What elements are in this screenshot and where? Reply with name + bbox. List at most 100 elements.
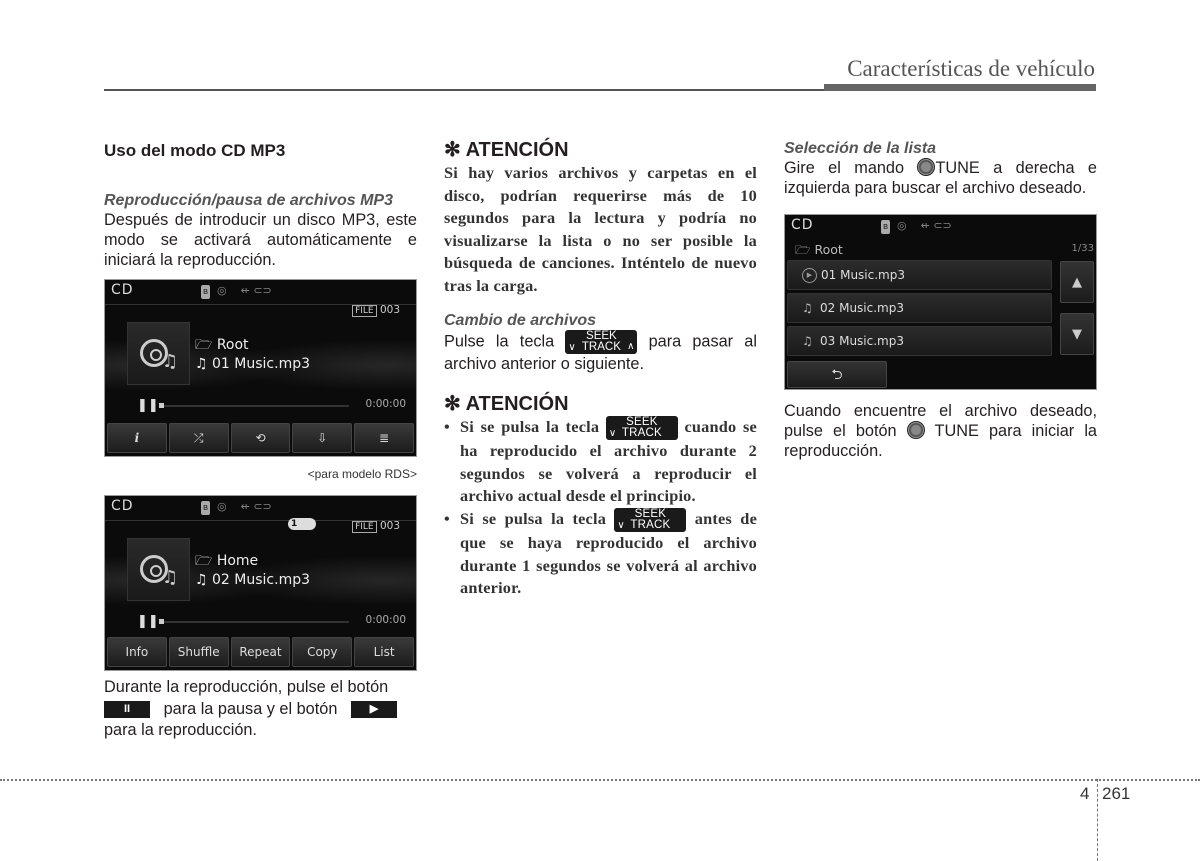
folder-icon: 🗁 (195, 553, 213, 569)
chapter-number: 4 (1080, 784, 1090, 803)
music-note-icon: ♫ (162, 567, 179, 588)
bluetooth-icon: ʙ (881, 220, 890, 234)
repeat-button[interactable]: ⟲ (230, 423, 291, 453)
header-rule-accent (824, 84, 1096, 91)
control-bar: Info Shuffle Repeat Copy List (107, 637, 414, 667)
scroll-down-button[interactable]: ▼ (1060, 313, 1094, 355)
atencion-bullet-2: • Si se pulsa la tecla ∨ SEEK TRACK ante… (444, 508, 757, 598)
progress-bar[interactable] (159, 619, 349, 624)
disc-icon: ◎ (217, 284, 227, 297)
status-icons: ʙ ◎ ⇷ ⊂⊃ (881, 219, 952, 234)
folder-name: 🗁 Root (195, 337, 249, 353)
elapsed-time: 0:00:00 (365, 614, 406, 626)
atencion-heading-2: ✻ ATENCIÓN (444, 393, 569, 415)
section-title: Uso del modo CD MP3 (104, 141, 286, 160)
subhead-cambio: Cambio de archivos (444, 312, 597, 329)
atencion-text-1: Si hay varios archivos y carpetas en el … (444, 163, 757, 295)
item-count: 1/33 (1071, 243, 1094, 254)
status-icons: ʙ ◎ ⇷ ⊂⊃ (201, 284, 272, 299)
pause-icon[interactable]: ❚❚ (137, 398, 159, 413)
pause-key-icon: II (104, 700, 150, 718)
atencion-bullet-1: • Si se pulsa la tecla ∨ SEEK TRACK cuan… (444, 416, 757, 506)
back-button[interactable]: ⮌ (787, 361, 887, 388)
page-number: 261 (1102, 784, 1131, 803)
progress-indicator (159, 403, 164, 408)
control-bar: i ⤮ ⟲ ⇩ ≣ (107, 423, 414, 453)
list-item[interactable]: ▶ 01 Music.mp3 (787, 260, 1052, 290)
intro-paragraph: Después de introducir un disco MP3, este… (104, 211, 417, 269)
scroll-up-button[interactable]: ▲ (1060, 261, 1094, 303)
column-2: ✻ ATENCIÓN Si hay varios archivos y carp… (444, 138, 757, 600)
usb-icon: ⇷ (240, 500, 250, 513)
seleccion-paragraph: Gire el mando TUNE a derecha e izquierda… (784, 158, 1097, 197)
tune-paragraph: Cuando encuentre el archivo deseado, pul… (784, 402, 1097, 460)
seek-track-key-icon: ∨ SEEK TRACK (605, 416, 678, 441)
album-art: ♫ (127, 538, 190, 601)
track-name: ♫ 01 Music.mp3 (195, 356, 310, 372)
bluetooth-icon: ʙ (201, 285, 210, 299)
shuffle-button[interactable]: Shuffle (168, 637, 229, 667)
music-note-icon: ♫ (195, 572, 208, 588)
subhead-seleccion: Selección de la lista (784, 140, 937, 157)
progress-bar[interactable] (159, 403, 349, 408)
status-icons: ʙ ◎ ⇷ ⊂⊃ (201, 500, 272, 515)
shuffle-button[interactable]: ⤮ (168, 423, 229, 453)
folder-icon: 🗁 (795, 242, 811, 257)
playback-paragraph: Durante la reproducción, pulse el botón … (104, 677, 417, 742)
usb-icon: ⇷ (240, 284, 250, 297)
file-counter: FILE 003 (352, 520, 400, 533)
info-button[interactable]: Info (107, 637, 167, 667)
pause-icon[interactable]: ❚❚ (137, 614, 159, 629)
list-item[interactable]: ♫ 02 Music.mp3 (787, 293, 1052, 323)
cd-screen-standard: CD ʙ ◎ ⇷ ⊂⊃ FILE 003 ♫ 🗁 Root ♫ 01 Music… (104, 279, 417, 457)
music-note-icon: ♫ (802, 301, 813, 315)
mode-label: CD (111, 282, 134, 298)
music-note-icon: ♫ (162, 351, 179, 372)
tune-knob-icon (906, 421, 925, 439)
screen-topbar: CD ʙ ◎ ⇷ ⊂⊃ (105, 280, 416, 305)
screen-topbar: CD ʙ ◎ ⇷ ⊂⊃ (785, 215, 1096, 240)
elapsed-time: 0:00:00 (365, 398, 406, 410)
disc-icon: ◎ (217, 500, 227, 513)
list-button[interactable]: List (354, 637, 414, 667)
aux-icon: ⊂⊃ (253, 500, 272, 513)
column-1: Uso del modo CD MP3 Reproducción/pausa d… (104, 138, 417, 742)
copy-button[interactable]: ⇩ (292, 423, 353, 453)
screen-topbar: CD ʙ ◎ ⇷ ⊂⊃ (105, 496, 416, 521)
header-rule (104, 89, 824, 91)
music-note-icon: ♫ (195, 356, 208, 372)
bullet-icon: • (444, 508, 450, 528)
aux-icon: ⊂⊃ (933, 219, 952, 232)
file-counter: FILE 003 (352, 304, 400, 317)
play-key-icon: ▶ (350, 700, 397, 718)
list-item[interactable]: ♫ 03 Music.mp3 (787, 326, 1052, 356)
bullet-icon: • (444, 417, 450, 436)
aux-icon: ⊂⊃ (253, 284, 272, 297)
mode-label: CD (111, 498, 134, 514)
tune-knob-icon (917, 158, 936, 176)
folder-name: 🗁 Home (195, 553, 259, 569)
album-art: ♫ (127, 322, 190, 385)
chevron-up-icon: ∧ (627, 341, 635, 352)
info-button[interactable]: i (107, 423, 167, 453)
usb-icon: ⇷ (920, 219, 930, 232)
copy-button[interactable]: Copy (292, 637, 353, 667)
list-button[interactable]: ≣ (354, 423, 414, 453)
repeat-button[interactable]: Repeat (230, 637, 291, 667)
page-header-title: Características de vehículo (847, 56, 1095, 81)
cd-screen-rds: CD ʙ ◎ ⇷ ⊂⊃ 1 FILE 003 ♫ 🗁 Home ♫ 02 Mus… (104, 495, 417, 671)
mode-label: CD (791, 217, 814, 233)
folder-icon: 🗁 (195, 337, 213, 353)
cambio-paragraph: Pulse la tecla ∨ SEEK TRACK ∧ para pasar… (444, 330, 757, 373)
bluetooth-icon: ʙ (201, 501, 210, 515)
music-note-icon: ♫ (802, 334, 813, 348)
subhead-reproduccion: Reproducción/pausa de archivos MP3 (104, 192, 393, 209)
track-name: ♫ 02 Music.mp3 (195, 572, 310, 588)
seek-track-key-icon: ∨ SEEK TRACK (614, 508, 687, 533)
disc-icon: ◎ (897, 219, 907, 232)
footer-divider (0, 779, 1200, 781)
column-3: Selección de la lista Gire el mando TUNE… (784, 138, 1097, 461)
progress-indicator (159, 619, 164, 624)
file-list-screen: CD ʙ ◎ ⇷ ⊂⊃ 🗁 Root 1/33 ▶ 01 Music.mp3 ♫ 0… (784, 214, 1097, 390)
footer-vertical-divider (1097, 779, 1098, 861)
